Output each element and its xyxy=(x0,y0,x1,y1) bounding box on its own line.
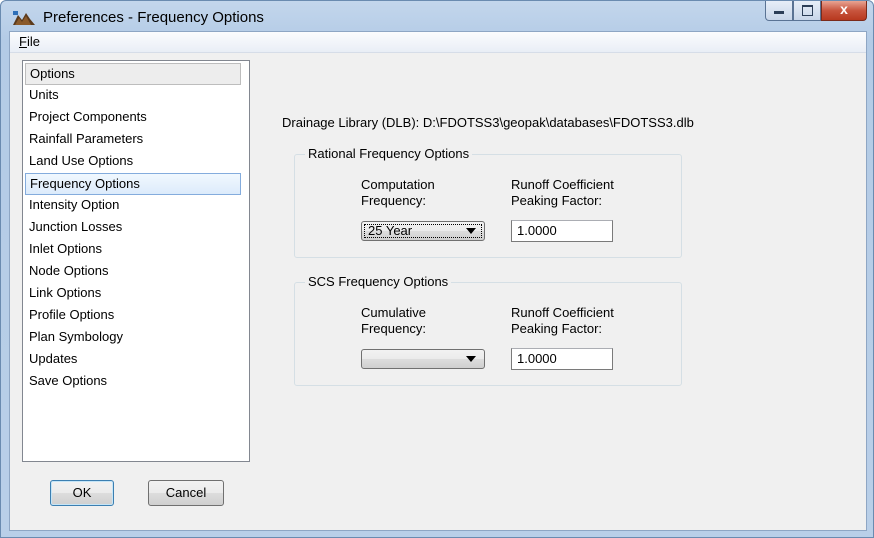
cumulative-frequency-label-1: Cumulative xyxy=(361,305,427,320)
minimize-icon xyxy=(774,11,784,14)
preferences-window: Preferences - Frequency Options x File O… xyxy=(0,0,874,538)
list-item-units[interactable]: Units xyxy=(25,85,241,105)
list-item-intensity-option[interactable]: Intensity Option xyxy=(25,195,241,215)
close-button[interactable]: x xyxy=(821,1,867,21)
list-item-rainfall-parameters[interactable]: Rainfall Parameters xyxy=(25,129,241,149)
scs-runoff-coefficient-label-2: Peaking Factor: xyxy=(511,321,603,336)
options-list-header: Options xyxy=(25,63,241,85)
menu-file[interactable]: File xyxy=(16,34,43,49)
list-item-profile-options[interactable]: Profile Options xyxy=(25,305,241,325)
maximize-button[interactable] xyxy=(793,1,821,21)
dropdown-arrow-icon xyxy=(466,228,476,234)
list-item-frequency-options[interactable]: Frequency Options xyxy=(25,173,241,195)
menu-file-label-rest: ile xyxy=(26,34,40,49)
scs-group-title: SCS Frequency Options xyxy=(305,274,452,289)
scs-runoff-coefficient-label-1: Runoff Coefficient xyxy=(511,305,614,320)
cumulative-frequency-label-2: Frequency: xyxy=(361,321,427,336)
list-item-updates[interactable]: Updates xyxy=(25,349,241,369)
rational-frequency-group: Rational Frequency Options Computation F… xyxy=(294,146,682,258)
close-icon: x xyxy=(840,1,848,17)
menu-bar: File xyxy=(10,32,866,53)
list-item-save-options[interactable]: Save Options xyxy=(25,371,241,391)
rational-group-title: Rational Frequency Options xyxy=(305,146,473,161)
minimize-button[interactable] xyxy=(765,1,793,21)
dialog-client-area: File Options Units Project Components Ra… xyxy=(9,31,867,531)
rational-runoff-coefficient-label-1: Runoff Coefficient xyxy=(511,177,614,192)
list-item-node-options[interactable]: Node Options xyxy=(25,261,241,281)
menu-file-mnemonic: F xyxy=(19,34,27,49)
list-item-project-components[interactable]: Project Components xyxy=(25,107,241,127)
cumulative-frequency-dropdown[interactable] xyxy=(361,349,485,369)
maximize-icon xyxy=(802,5,813,16)
scs-peaking-factor-input[interactable]: 1.0000 xyxy=(511,348,613,370)
list-item-inlet-options[interactable]: Inlet Options xyxy=(25,239,241,259)
rational-peaking-factor-input[interactable]: 1.0000 xyxy=(511,220,613,242)
drainage-library-path: Drainage Library (DLB): D:\FDOTSS3\geopa… xyxy=(282,115,694,130)
window-title: Preferences - Frequency Options xyxy=(43,9,264,26)
ok-button[interactable]: OK xyxy=(50,480,114,506)
list-item-link-options[interactable]: Link Options xyxy=(25,283,241,303)
computation-frequency-label-2: Frequency: xyxy=(361,193,427,208)
options-list[interactable]: Options Units Project Components Rainfal… xyxy=(22,60,250,462)
list-item-land-use-options[interactable]: Land Use Options xyxy=(25,151,241,171)
window-controls: x xyxy=(765,1,867,21)
rational-runoff-coefficient-label-2: Peaking Factor: xyxy=(511,193,603,208)
computation-frequency-label-1: Computation xyxy=(361,177,435,192)
app-icon xyxy=(13,11,35,25)
title-bar[interactable]: Preferences - Frequency Options x xyxy=(1,1,873,31)
cancel-button[interactable]: Cancel xyxy=(148,480,224,506)
computation-frequency-value: 25 Year xyxy=(368,223,413,238)
scs-frequency-group: SCS Frequency Options Cumulative Frequen… xyxy=(294,274,682,386)
computation-frequency-dropdown[interactable]: 25 Year xyxy=(361,221,485,241)
dropdown-arrow-icon xyxy=(466,356,476,362)
list-item-junction-losses[interactable]: Junction Losses xyxy=(25,217,241,237)
list-item-plan-symbology[interactable]: Plan Symbology xyxy=(25,327,241,347)
